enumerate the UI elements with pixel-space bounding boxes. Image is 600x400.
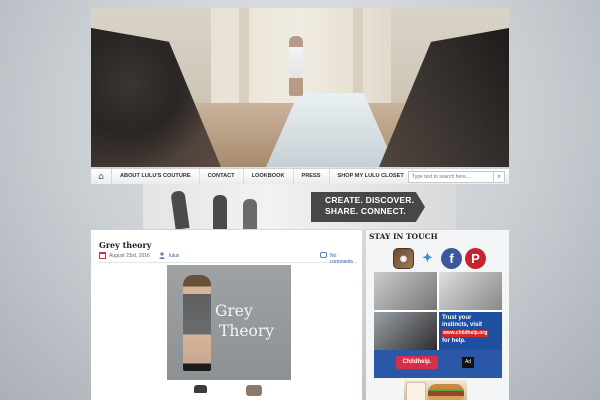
instagram-icon[interactable]: ◉ xyxy=(393,247,414,269)
social-links: ◉ ✦ f P xyxy=(393,246,486,270)
site-wrapper: ⌂ About Lulu's Couture Contact Lookbook … xyxy=(91,8,509,400)
home-icon: ⌂ xyxy=(98,171,104,182)
model-photo xyxy=(183,275,211,371)
childhelp-ad[interactable]: Trust your instincts, visit www.childhel… xyxy=(374,272,502,378)
nav-home-button[interactable]: ⌂ xyxy=(91,169,112,184)
nav-item-contact[interactable]: Contact xyxy=(200,169,244,184)
calendar-icon xyxy=(99,252,106,259)
post-title[interactable]: Grey theory xyxy=(99,240,151,250)
post-featured-image[interactable]: Grey Theory xyxy=(167,265,291,380)
menu-image xyxy=(406,382,426,400)
ad-footer: Childhelp. Ad xyxy=(374,350,502,378)
user-icon xyxy=(159,252,165,259)
burger-image xyxy=(428,384,464,400)
ad-badge: Ad xyxy=(462,357,474,368)
search-icon: ⌕ xyxy=(497,173,501,180)
ad-line2: instincts, visit xyxy=(442,322,483,328)
search-button[interactable]: ⌕ xyxy=(493,172,504,182)
search-input[interactable] xyxy=(409,172,494,182)
main-content: Grey theory August 23rd, 2016 lulus No c… xyxy=(91,230,362,400)
main-nav: ⌂ About Lulu's Couture Contact Lookbook … xyxy=(91,168,509,185)
facebook-icon[interactable]: f xyxy=(441,247,462,269)
promo-banner[interactable]: CREATE. DISCOVER. SHARE. CONNECT. xyxy=(143,184,456,229)
banner-figure xyxy=(243,199,257,229)
twitter-icon[interactable]: ✦ xyxy=(417,248,438,269)
sidebar-heading: STAY IN TOUCH xyxy=(369,232,438,241)
food-ad[interactable] xyxy=(404,380,467,400)
caption-line2: Theory xyxy=(219,322,274,340)
product-strip xyxy=(191,382,271,400)
caption-line1: Grey xyxy=(215,302,253,320)
hero-crowd-right xyxy=(379,28,509,167)
ad-photo xyxy=(374,272,437,310)
nav-item-press[interactable]: Press xyxy=(294,169,330,184)
post-meta: August 23rd, 2016 lulus No comments xyxy=(99,252,357,265)
ad-photo xyxy=(439,272,502,310)
hero-crowd-left xyxy=(91,28,221,167)
nav-item-about[interactable]: About Lulu's Couture xyxy=(112,169,200,184)
comment-icon xyxy=(320,252,327,258)
hero-model xyxy=(289,36,303,96)
ad-photo xyxy=(374,312,437,350)
hero-pillar xyxy=(239,8,249,108)
post-author-link[interactable]: lulus xyxy=(169,253,179,259)
banner-line1: CREATE. DISCOVER. xyxy=(325,195,415,205)
banner-figure xyxy=(213,195,227,229)
ad-url: www.childhelp.org xyxy=(442,330,489,337)
ad-line3: for help. xyxy=(442,338,466,344)
shoe-product-image[interactable] xyxy=(194,385,207,393)
nav-item-lookbook[interactable]: Lookbook xyxy=(244,169,294,184)
post-comments-link[interactable]: No comments xyxy=(330,253,357,265)
post-date: August 23rd, 2016 xyxy=(109,253,150,259)
sidebar: STAY IN TOUCH ◉ ✦ f P Trust your instinc… xyxy=(366,230,509,400)
ad-line1: Trust your xyxy=(442,315,472,321)
header-hero-image xyxy=(91,8,509,167)
banner-line2: SHARE. CONNECT. xyxy=(325,206,406,216)
nav-item-shop[interactable]: Shop My Lulu Closet xyxy=(330,169,413,184)
ad-message: Trust your instincts, visit www.childhel… xyxy=(439,312,502,350)
banner-tagline: CREATE. DISCOVER. SHARE. CONNECT. xyxy=(311,192,425,222)
search-box: ⌕ xyxy=(408,171,505,183)
pinterest-icon[interactable]: P xyxy=(465,247,486,269)
childhelp-logo: Childhelp. xyxy=(396,356,438,369)
banner-figure xyxy=(170,190,190,229)
bag-product-image[interactable] xyxy=(246,385,262,396)
post-image-caption: Grey Theory xyxy=(215,301,274,341)
